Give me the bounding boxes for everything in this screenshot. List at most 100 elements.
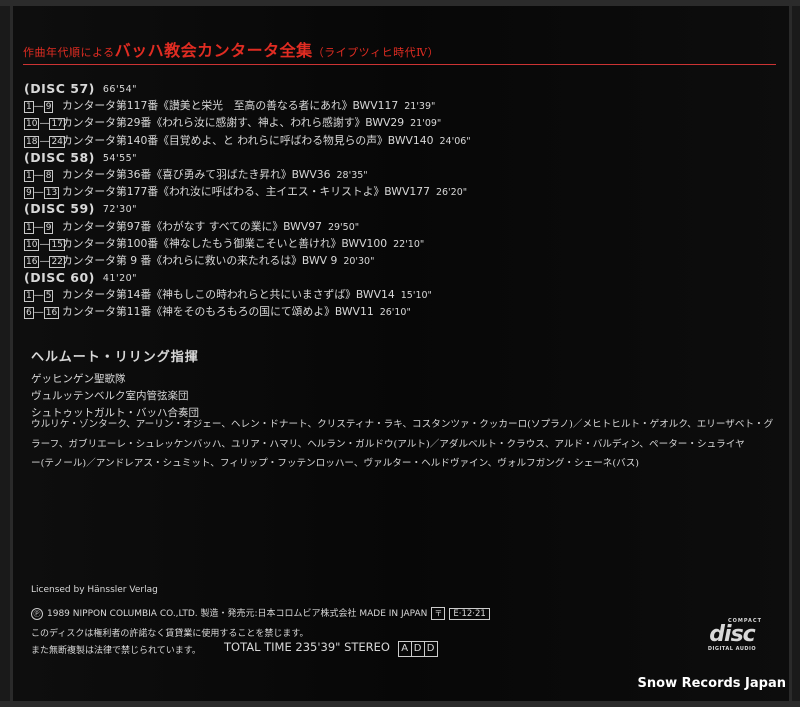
rental-notice: このディスクは権利者の許諾なく賃貸業に使用することを禁じます。: [31, 629, 309, 639]
cantata-title: カンタータ第36番《喜び勇みて羽ばたき昇れ》BWV36: [62, 167, 331, 181]
track-time: 20'30": [343, 255, 375, 267]
cantata-title: カンタータ第117番《讃美と栄光 至高の善なる者にあれ》BWV117: [62, 99, 399, 113]
conductor: ヘルムート・リリング指揮: [31, 350, 199, 365]
cd-logo-disc: disc: [709, 622, 755, 647]
license-text: Licensed by Hänssler Verlag: [31, 585, 158, 595]
disc-heading: (DISC 59) 72'30": [24, 200, 471, 217]
track-time: 22'10": [393, 238, 425, 250]
track-start: 1: [24, 101, 34, 114]
track-start: 1: [24, 169, 34, 182]
track-range: 16—22: [24, 255, 65, 268]
track-range: 1—8: [24, 169, 54, 182]
cantata-title: カンタータ第97番《わがなす すべての業に》BWV97: [62, 219, 322, 233]
cd-logo-digital-audio: DIGITAL AUDIO: [707, 646, 757, 652]
track-time: 26'10": [379, 307, 411, 319]
track-time: 15'10": [400, 290, 432, 302]
disc-heading: (DISC 58) 54'55": [24, 149, 471, 166]
track-time: 28'35": [336, 169, 368, 181]
copyright-line: Ⓟ 1989 NIPPON COLUMBIA CO.,LTD. 製造・発売元:日本…: [31, 606, 490, 620]
add-letter: D: [410, 641, 425, 657]
track-range: 10—17: [24, 118, 65, 131]
track-row: 1—9 カンタータ第97番《わがなす すべての業に》BWV97 29'50": [24, 218, 471, 235]
total-time-text: TOTAL TIME 235'39" STEREO: [224, 640, 390, 654]
track-range: 1—9: [24, 101, 54, 114]
track-row: 10—17カンタータ第29番《われら汝に感謝す、神よ、われら感謝す》BWV29 2…: [24, 114, 471, 131]
postal-mark: 〒: [431, 607, 446, 620]
track-start: 1: [24, 290, 34, 303]
track-row: 1—5 カンタータ第14番《神もしこの時われらと共にいまさずば》BWV14 15'1…: [24, 286, 471, 303]
track-start: 1: [24, 221, 34, 234]
cantata-title: カンタータ第14番《神もしこの時われらと共にいまさずば》BWV14: [62, 288, 395, 302]
performers: ヘルムート・リリング指揮 ゲッヒンゲン聖歌隊 ヴュルッテンベルク室内管弦楽団 シ…: [31, 346, 199, 422]
track-range: 10—15: [24, 238, 65, 251]
track-row: 10—15カンタータ第100番《神なしたもう御業こそいと善けれ》BWV100 22…: [24, 235, 471, 252]
disc-time: 66'54": [102, 84, 138, 95]
track-time: 21'09": [410, 118, 442, 130]
track-start: 9: [24, 187, 34, 200]
track-range: 18—24: [24, 135, 65, 148]
track-time: 29'50": [327, 221, 360, 233]
add-letter: A: [397, 641, 412, 657]
disc-heading: (DISC 57) 66'54": [24, 80, 471, 97]
disc-time: 72'30": [102, 204, 138, 216]
red-divider: [23, 64, 776, 65]
track-row: 1—9 カンタータ第117番《讃美と栄光 至高の善なる者にあれ》BWV117 21'…: [24, 97, 471, 114]
track-end: 9: [43, 101, 54, 114]
disc-heading: (DISC 60) 41'20": [24, 269, 471, 286]
track-end: 9: [43, 221, 54, 234]
track-range: 9—13: [24, 187, 60, 200]
track-row: 9—13 カンタータ第177番《われ汝に呼ばわる、主イエス・キリストよ》BWV17…: [24, 183, 471, 200]
compact-disc-logo: COMPACT disc DIGITAL AUDIO: [702, 618, 762, 652]
add-letter: D: [423, 641, 438, 657]
watermark: Snow Records Japan: [637, 676, 786, 691]
track-end: 13: [43, 187, 60, 200]
track-time: 24'06": [439, 135, 471, 147]
track-row: 18—24カンタータ第140番《目覚めよ、と われらに呼ばわる物見らの声》BWV…: [24, 132, 471, 149]
series-title-suffix: （ライプツィヒ時代Ⅳ）: [312, 46, 440, 59]
soloists-line: ー(テノール)／アンドレアス・シュミット、フィリップ・フッテンロッハー、ヴァルタ…: [31, 458, 640, 469]
cantata-title: カンタータ第177番《われ汝に呼ばわる、主イエス・キリストよ》BWV177: [62, 185, 430, 199]
cantata-title: カンタータ第100番《神なしたもう御業こそいと善けれ》BWV100: [62, 236, 388, 250]
track-start: 10: [24, 118, 40, 131]
soloists-line: ラーフ、ガブリエーレ・シュレッケンバッハ、ユリア・ハマリ、ヘルラン・ガルドウ(ア…: [31, 438, 745, 450]
soloists-line: ウルリケ・ゾンターク、アーリン・オジェー、ヘレン・ドナート、クリスティナ・ラキ、…: [31, 419, 774, 430]
track-end: 8: [43, 169, 54, 182]
disc-label: (DISC 58): [24, 149, 95, 165]
disc-label: (DISC 60): [24, 270, 95, 286]
track-end: 16: [43, 307, 60, 320]
track-range: 1—9: [24, 221, 54, 234]
tracklist: (DISC 57) 66'54" 1—9 カンタータ第117番《讃美と栄光 至高の善な…: [24, 80, 471, 321]
track-end: 5: [43, 290, 54, 303]
copyright-text: 1989 NIPPON COLUMBIA CO.,LTD. 製造・発売元:日本コ…: [47, 609, 428, 619]
series-title-main: バッハ教会カンタータ全集: [114, 41, 313, 60]
track-row: 1—8 カンタータ第36番《喜び勇みて羽ばたき昇れ》BWV36 28'35": [24, 166, 471, 183]
disc-time: 54'55": [102, 152, 138, 164]
cantata-title: カンタータ第 9 番《われらに救いの来たれるは》BWV 9: [62, 253, 338, 267]
track-range: 1—5: [24, 290, 54, 303]
total-time: TOTAL TIME 235'39" STEREO ADD: [224, 640, 438, 657]
cantata-title: カンタータ第140番《目覚めよ、と われらに呼ばわる物見らの声》BWV140: [62, 133, 434, 147]
cantata-title: カンタータ第29番《われら汝に感謝す、神よ、われら感謝す》BWV29: [62, 116, 405, 130]
disc-time: 41'20": [102, 273, 138, 285]
copy-notice: また無断複製は法律で禁じられています。: [31, 646, 201, 656]
case-hinge-bottom: [0, 701, 800, 707]
series-title-prefix: 作曲年代順による: [23, 46, 115, 59]
track-start: 16: [24, 255, 40, 268]
track-start: 6: [24, 307, 34, 320]
phonogram-mark: Ⓟ: [31, 608, 43, 620]
series-title: 作曲年代順によるバッハ教会カンタータ全集（ライプツィヒ時代Ⅳ）: [23, 37, 439, 61]
ensemble-1: ゲッヒンゲン聖歌隊: [31, 373, 126, 385]
cantata-title: カンタータ第11番《神をそのもろもろの国にて頌めよ》BWV11: [62, 305, 374, 319]
disc-label: (DISC 59): [24, 201, 95, 217]
track-row: 16—22カンタータ第 9 番《われらに救いの来たれるは》BWV 9 20'30": [24, 252, 471, 269]
track-time: 26'20": [435, 187, 468, 199]
disc-label: (DISC 57): [24, 81, 95, 96]
ensemble-2: ヴュルッテンベルク室内管弦楽団: [31, 390, 189, 402]
track-row: 6—16 カンタータ第11番《神をそのもろもろの国にて頌めよ》BWV11 26'10…: [24, 303, 471, 320]
add-code: ADD: [397, 640, 438, 657]
catalog-code: E·12·21: [449, 608, 490, 620]
soloists: ウルリケ・ゾンターク、アーリン・オジェー、ヘレン・ドナート、クリスティナ・ラキ、…: [31, 415, 774, 474]
track-start: 18: [24, 135, 40, 148]
track-start: 10: [24, 238, 40, 251]
track-range: 6—16: [24, 307, 60, 320]
